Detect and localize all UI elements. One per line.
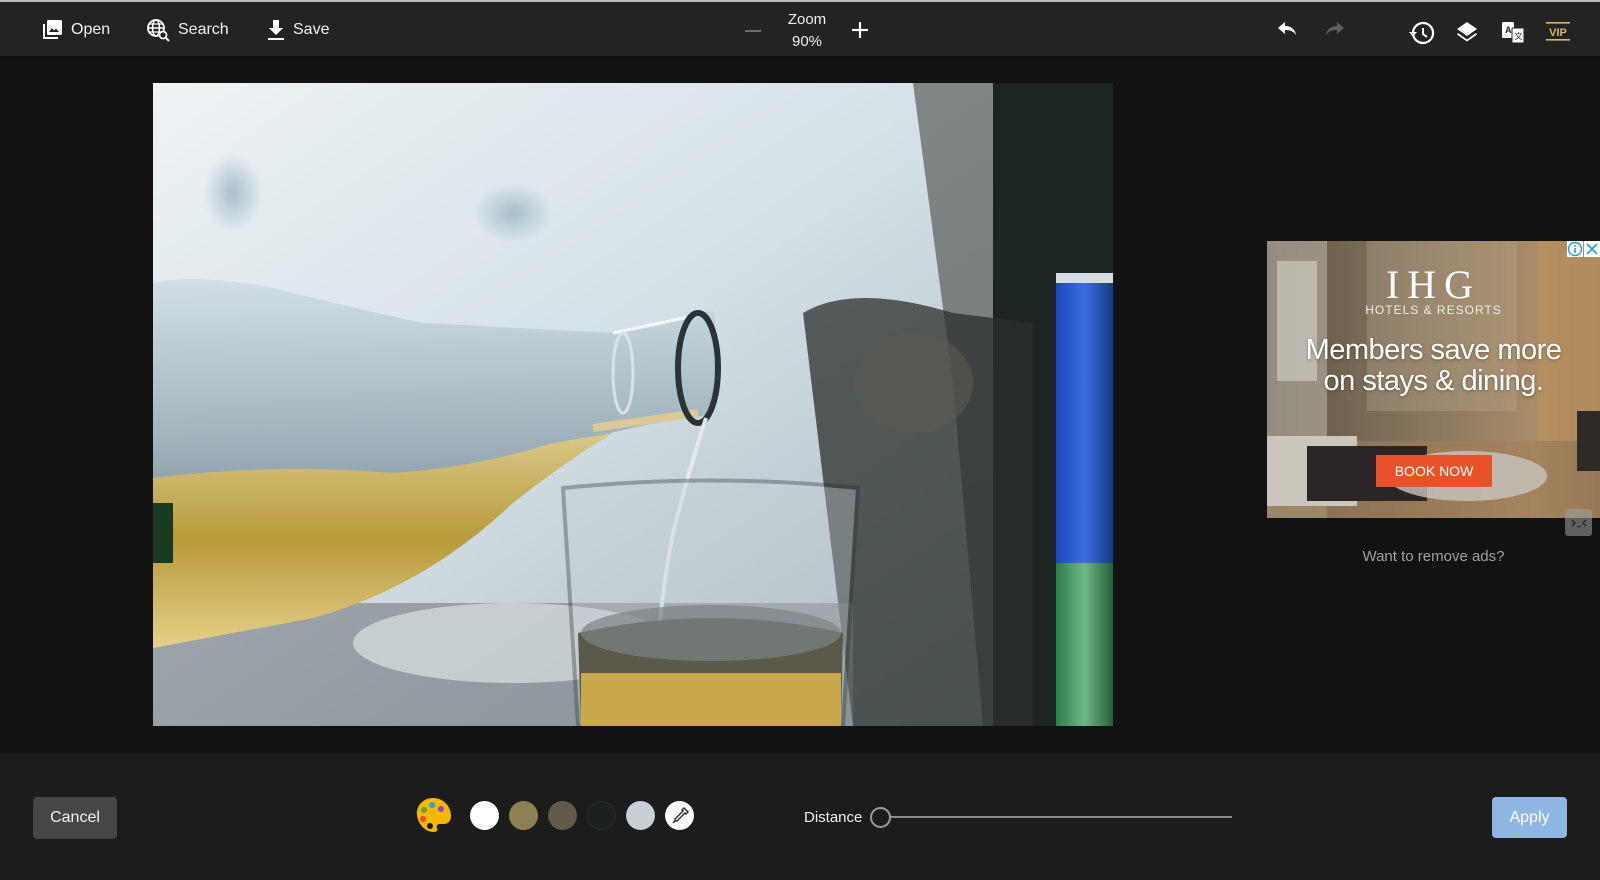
remove-ads-link[interactable]: Want to remove ads? xyxy=(1267,548,1600,565)
redo-icon xyxy=(1326,22,1344,35)
ad-close-button[interactable] xyxy=(1584,241,1600,257)
undo-icon xyxy=(1278,22,1296,35)
color-palette-icon xyxy=(416,798,451,832)
distance-slider-track[interactable] xyxy=(880,816,1232,818)
edited-photo[interactable] xyxy=(153,83,1113,726)
apply-button[interactable]: Apply xyxy=(1492,797,1567,838)
swatch-white[interactable] xyxy=(470,801,499,830)
eyedropper-button[interactable] xyxy=(665,801,694,830)
svg-text:VIP: VIP xyxy=(1549,27,1567,39)
svg-text:A: A xyxy=(1505,25,1512,35)
color-palette-button[interactable] xyxy=(415,796,451,834)
save-label: Save xyxy=(293,21,330,38)
swatch-dark-green[interactable] xyxy=(587,801,616,830)
translate-button[interactable]: A文 xyxy=(1501,20,1525,44)
save-button[interactable]: Save xyxy=(267,16,329,44)
photo-content xyxy=(153,83,1113,726)
vip-badge-icon: VIP xyxy=(1546,22,1570,41)
ad-brand-subtitle: HOTELS & RESORTS xyxy=(1365,303,1502,317)
plus-icon xyxy=(852,22,868,38)
ad-brand-logo: IHG xyxy=(1385,262,1482,307)
svg-text:文: 文 xyxy=(1515,31,1523,41)
download-icon xyxy=(267,19,285,41)
layers-icon xyxy=(1457,22,1477,42)
zoom-label: Zoom xyxy=(787,11,827,28)
cancel-button[interactable]: Cancel xyxy=(33,797,117,839)
swatch-khaki[interactable] xyxy=(509,801,538,830)
vip-button[interactable]: VIP xyxy=(1544,20,1572,44)
history-icon xyxy=(1409,21,1435,45)
zoom-control: Zoom 90% xyxy=(740,8,880,54)
ad-info-button[interactable] xyxy=(1567,241,1583,257)
zoom-out-button[interactable] xyxy=(744,22,762,40)
ad-headline: Members save more on stays & dining. xyxy=(1305,334,1562,397)
open-button[interactable]: Open xyxy=(41,16,110,44)
ad-book-now-button[interactable]: BOOK NOW xyxy=(1376,455,1492,487)
redo-button[interactable] xyxy=(1321,20,1345,44)
undo-button[interactable] xyxy=(1277,20,1301,44)
canvas-area: IHG HOTELS & RESORTS Members save more o… xyxy=(0,57,1600,753)
collapse-icon xyxy=(1571,519,1586,528)
close-icon xyxy=(1586,243,1598,255)
eyedropper-icon xyxy=(671,806,689,824)
layers-button[interactable] xyxy=(1455,20,1479,44)
search-button[interactable]: Search xyxy=(146,16,229,44)
zoom-in-button[interactable] xyxy=(850,20,870,40)
zoom-value: 90% xyxy=(791,33,823,50)
info-icon xyxy=(1567,241,1583,257)
translate-icon: A文 xyxy=(1502,22,1525,44)
minus-icon xyxy=(745,30,761,32)
ad-banner[interactable]: IHG HOTELS & RESORTS Members save more o… xyxy=(1267,241,1600,518)
ad-collapse-button[interactable] xyxy=(1565,509,1592,536)
globe-search-icon xyxy=(146,18,170,42)
history-button[interactable] xyxy=(1409,20,1435,45)
distance-label: Distance xyxy=(804,809,863,826)
open-label: Open xyxy=(71,21,111,38)
top-toolbar: Open Search Save Zoom 90% A文 VIP xyxy=(0,0,1600,57)
image-gallery-icon xyxy=(41,19,63,41)
swatch-taupe[interactable] xyxy=(548,801,577,830)
swatch-light-gray[interactable] xyxy=(626,801,655,830)
distance-slider-thumb[interactable] xyxy=(870,807,891,828)
search-label: Search xyxy=(178,21,229,38)
bottom-panel: Cancel Distance Apply xyxy=(0,753,1600,880)
